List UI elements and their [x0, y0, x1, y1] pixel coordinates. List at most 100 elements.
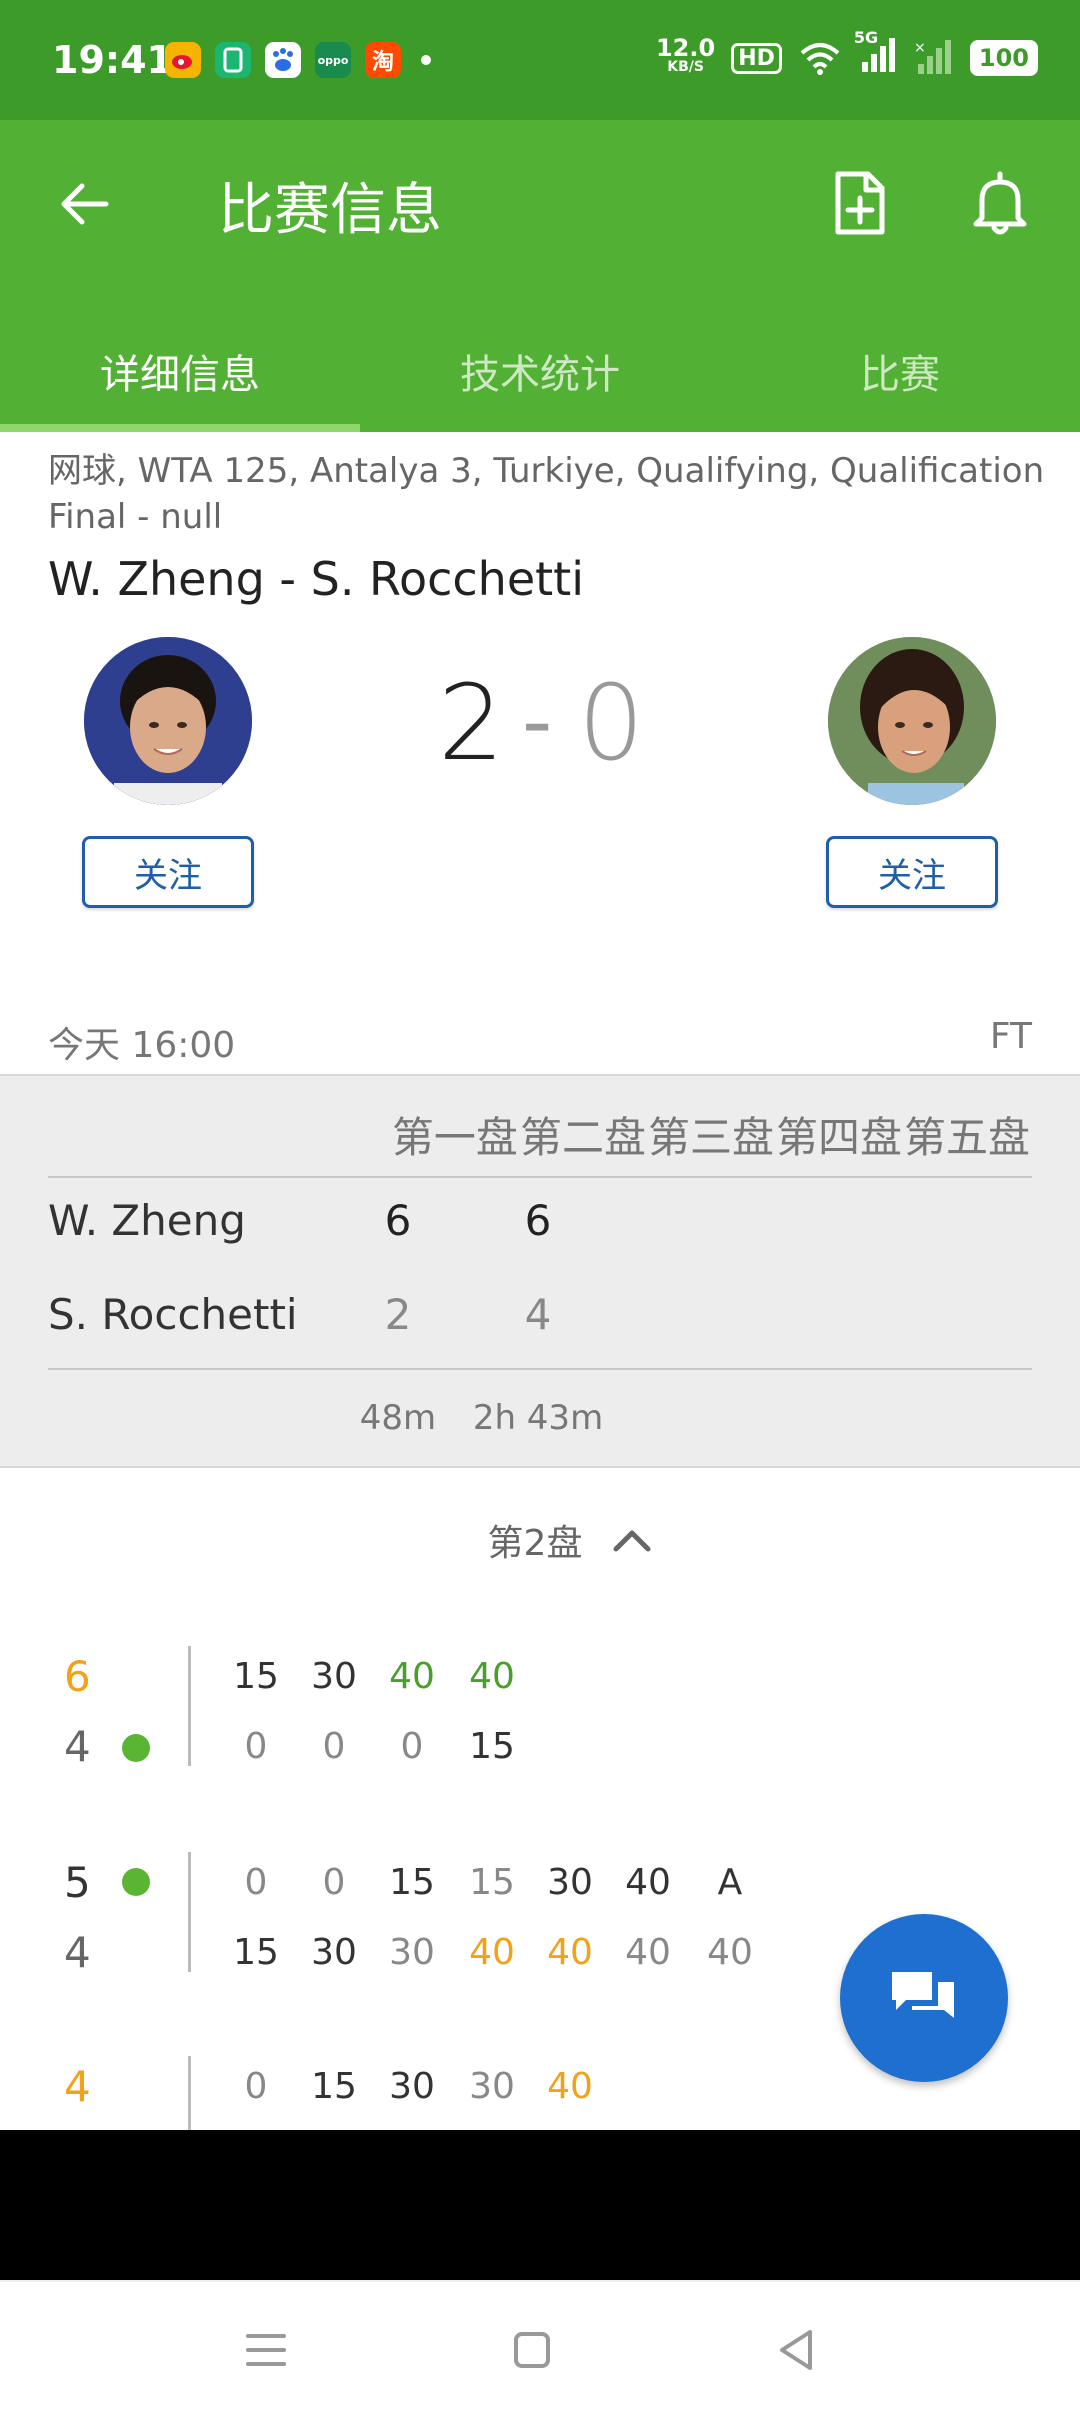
game-top-score: 5	[64, 1858, 91, 1907]
set-header-1: 第一盘	[391, 1113, 518, 1162]
cell-signal-5g: 5G	[854, 28, 898, 78]
point: 30	[389, 1932, 435, 1973]
set-header-4: 第四盘	[775, 1113, 902, 1162]
point: 0	[244, 1862, 268, 1903]
status-time: 19:41	[52, 38, 173, 82]
system-nav-bar	[0, 2280, 1080, 2414]
point: 40	[469, 1932, 515, 1973]
game-top-score: 4	[64, 2062, 91, 2111]
follow-home-button[interactable]: 关注	[82, 836, 254, 908]
league-info: 网球, WTA 125, Antalya 3, Turkiye, Qualify…	[48, 451, 1045, 537]
divider	[188, 2056, 191, 2130]
point: 40	[469, 1656, 515, 1697]
oppo-icon: oppo	[315, 42, 351, 78]
point: 40	[707, 1932, 753, 1973]
point: 40	[547, 2066, 593, 2107]
notification-bell-button[interactable]	[972, 170, 1044, 242]
home-score: 2	[438, 662, 505, 784]
point: 0	[322, 1862, 346, 1903]
follow-away-button[interactable]: 关注	[826, 836, 998, 908]
battery-indicator: 100	[969, 40, 1038, 76]
black-bar	[0, 2130, 1080, 2280]
point: 30	[469, 2066, 515, 2107]
taobao-icon: 淘	[365, 42, 401, 78]
away-set-2: 4	[524, 1290, 552, 1339]
back-nav-button[interactable]	[766, 2320, 826, 2380]
home-set-1: 6	[384, 1196, 412, 1245]
chevron-up-icon	[613, 1530, 651, 1552]
set-2-duration: 2h 43m	[472, 1398, 604, 1438]
game-row: 6 4 15 30 40 40 0 0 0 15	[0, 1646, 1080, 1776]
away-player-avatar[interactable]	[828, 637, 996, 805]
network-speed: 12.0 KB/S	[655, 34, 716, 75]
menu-nav-button[interactable]	[236, 2320, 296, 2380]
point: 40	[389, 1656, 435, 1697]
away-set-1: 2	[384, 1290, 412, 1339]
match-start-time: 今天 16:00	[48, 1025, 236, 1066]
back-button[interactable]	[52, 172, 116, 236]
game-bottom-score: 4	[64, 1722, 91, 1771]
away-score: 0	[578, 662, 645, 784]
point: 30	[547, 1862, 593, 1903]
match-status: FT	[989, 1016, 1032, 1057]
triangle-back-icon	[780, 2330, 812, 2370]
square-home-icon	[514, 2332, 550, 2368]
point: 40	[625, 1862, 671, 1903]
home-set-2: 6	[524, 1196, 552, 1245]
set-scores-table: 第一盘 第二盘 第三盘 第四盘 第五盘 W. Zheng 6 6 S. Rocc…	[0, 1074, 1080, 1468]
app-bar: 比赛信息 详细信息 技术统计 比赛	[0, 120, 1080, 432]
signal-2-icon: ×	[914, 40, 951, 74]
point: 0	[322, 1726, 346, 1767]
home-player-name: W. Zheng	[48, 1196, 246, 1245]
home-nav-button[interactable]	[502, 2320, 562, 2380]
point: 15	[311, 2066, 357, 2107]
match-title: W. Zheng - S. Rocchetti	[48, 552, 584, 606]
game-bottom-score: 4	[64, 1928, 91, 1977]
point: 0	[244, 1726, 268, 1767]
serve-indicator	[122, 1734, 150, 1762]
weibo-icon	[165, 42, 201, 78]
set-1-duration: 48m	[359, 1398, 437, 1438]
baidu-icon	[265, 42, 301, 78]
divider	[188, 1646, 191, 1766]
point: 0	[400, 1726, 424, 1767]
notification-icons: oppo 淘	[165, 42, 431, 78]
point: 15	[233, 1932, 279, 1973]
point: 40	[547, 1932, 593, 1973]
more-notifications-dot	[421, 55, 431, 65]
chat-fab-button[interactable]	[840, 1914, 1008, 2082]
serve-indicator	[122, 1868, 150, 1896]
divider	[48, 1368, 1032, 1370]
point: 15	[389, 1862, 435, 1903]
wallet-icon	[215, 42, 251, 78]
menu-icon	[246, 2334, 286, 2366]
hd-badge: HD	[731, 42, 782, 74]
point: 15	[469, 1726, 515, 1767]
point: 40	[625, 1932, 671, 1973]
set-label: 第2盘	[487, 1523, 583, 1564]
home-player-avatar[interactable]	[84, 637, 252, 805]
point: 30	[311, 1932, 357, 1973]
point: 0	[244, 2066, 268, 2107]
tab-statistics[interactable]: 技术统计	[360, 310, 720, 432]
page-title: 比赛信息	[218, 178, 442, 243]
divider	[188, 1852, 191, 1972]
set-2-expander[interactable]: 第2盘	[0, 1500, 1080, 1580]
arrow-left-icon	[61, 183, 109, 225]
point: 30	[311, 1656, 357, 1697]
tab-details[interactable]: 详细信息	[0, 310, 360, 432]
document-plus-icon	[835, 171, 885, 235]
bell-icon	[973, 171, 1027, 235]
wifi-icon	[800, 43, 840, 75]
add-document-button[interactable]	[832, 170, 896, 242]
point: 15	[233, 1656, 279, 1697]
point: A	[717, 1862, 743, 1903]
set-header-3: 第三盘	[647, 1113, 774, 1162]
point: 30	[389, 2066, 435, 2107]
tab-bar: 详细信息 技术统计 比赛	[0, 310, 1080, 432]
tab-match[interactable]: 比赛	[720, 310, 1080, 432]
score-separator: -	[522, 672, 553, 770]
set-header-5: 第五盘	[903, 1113, 1030, 1162]
game-top-score: 6	[64, 1652, 91, 1701]
divider	[48, 1176, 1032, 1178]
